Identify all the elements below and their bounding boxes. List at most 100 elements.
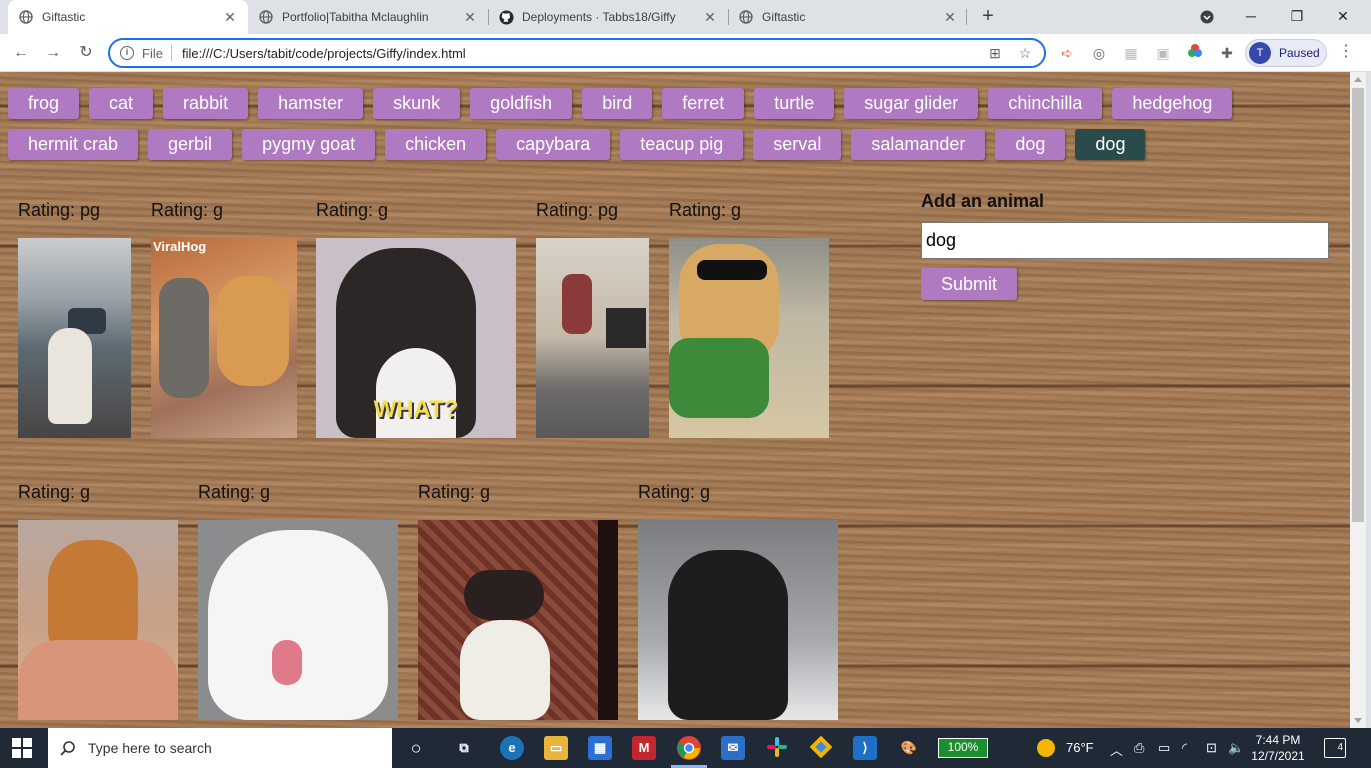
bookmark-star-icon[interactable]: ☆ [1014,45,1036,62]
tab-portfolio[interactable]: Portfolio|Tabitha Mclaughlin ✕ [248,0,488,34]
animal-button-skunk[interactable]: skunk [373,88,461,119]
taskbar-search-box[interactable]: Type here to search [48,728,392,768]
animal-button-pygmy-goat[interactable]: pygmy goat [242,129,376,160]
animal-button-hedgehog[interactable]: hedgehog [1112,88,1233,119]
notification-center-icon[interactable]: 4 [1324,738,1346,758]
store-icon[interactable]: ▦ [588,736,612,760]
wifi-icon[interactable]: ◜ [1182,740,1187,756]
gif-image[interactable] [638,520,838,720]
extension-box-icon[interactable]: ▣ [1153,43,1173,63]
gif-image[interactable] [18,520,178,720]
git-kraken-icon[interactable] [809,735,833,760]
animal-button-dog[interactable]: dog [995,129,1066,160]
submit-button[interactable]: Submit [921,268,1017,300]
animal-button-gerbil[interactable]: gerbil [148,129,233,160]
vscode-icon[interactable]: ⟩ [853,736,877,760]
close-tab-icon[interactable]: ✕ [462,9,478,26]
restore-button[interactable]: ❐ [1274,0,1320,34]
gif-image[interactable] [18,238,131,438]
animal-button-serval[interactable]: serval [753,129,842,160]
meet-now-icon[interactable]: ⎙ [1134,740,1144,756]
animal-button-salamander[interactable]: salamander [851,129,986,160]
animal-button-capybara[interactable]: capybara [496,129,611,160]
gif-image[interactable]: WHAT? [316,238,516,438]
animal-button-frog[interactable]: frog [8,88,80,119]
beagle-shape [460,620,550,720]
animal-button-sugar-glider[interactable]: sugar glider [844,88,979,119]
black-dog-shape [668,550,788,720]
paint-icon[interactable]: 🎨 [897,736,921,760]
animal-button-teacup-pig[interactable]: teacup pig [620,129,744,160]
translate-icon[interactable]: ⊞ [984,45,1006,62]
scroll-down-icon[interactable] [1354,718,1362,723]
scrollbar-thumb[interactable] [1352,88,1364,522]
back-arrow-icon[interactable]: ← [9,41,33,65]
gif-image[interactable] [536,238,649,438]
color-picker-icon[interactable] [1185,43,1205,63]
page-viewport: frog cat rabbit hamster skunk goldfish b… [0,72,1350,728]
chrome-icon[interactable] [677,736,701,760]
gif-image[interactable] [669,238,829,438]
close-window-button[interactable]: ✕ [1320,0,1366,34]
new-tab-button[interactable]: + [976,5,1000,29]
crate-shape [606,308,646,348]
animal-button-hermit-crab[interactable]: hermit crab [8,129,139,160]
page-scrollbar[interactable] [1350,72,1366,728]
gif-rating: Rating: g [18,482,91,502]
gif-rating: Rating: g [151,200,224,220]
sun-weather-icon[interactable] [1037,739,1055,757]
edge-icon[interactable]: e [500,736,524,760]
slack-icon[interactable] [765,736,789,760]
battery-tray-icon[interactable]: ▭ [1158,740,1170,756]
tab-deployments[interactable]: Deployments · Tabbs18/Giffy ✕ [488,0,728,34]
kebab-menu-icon[interactable]: ⋮ [1336,42,1356,64]
chevron-up-icon[interactable]: ︿ [1110,740,1123,759]
animal-button-chicken[interactable]: chicken [385,129,487,160]
cortana-icon[interactable]: ○ [404,736,428,760]
close-tab-icon[interactable]: ✕ [942,9,958,26]
animal-input[interactable] [921,222,1329,259]
address-bar[interactable]: i File file:///C:/Users/tabit/code/proje… [108,38,1046,68]
gif-image[interactable] [418,520,618,720]
task-view-icon[interactable]: ⧉ [452,736,476,760]
animal-button-dog-selected[interactable]: dog [1075,129,1146,160]
animal-button-goldfish[interactable]: goldfish [470,88,573,119]
url-text[interactable]: file:///C:/Users/tabit/code/projects/Gif… [182,46,984,61]
animal-button-chinchilla[interactable]: chinchilla [988,88,1103,119]
extension-circle-icon[interactable]: ◎ [1089,43,1109,63]
avatar: T [1249,42,1271,64]
dog-costume-shape [562,274,592,334]
display-icon[interactable]: ⊡ [1206,740,1217,756]
tab-giftastic-active[interactable]: Giftastic ✕ [8,0,248,34]
close-tab-icon[interactable]: ✕ [222,9,238,26]
scroll-up-icon[interactable] [1354,77,1362,82]
system-clock[interactable]: 7:44 PM 12/7/2021 [1246,732,1310,764]
tab-title: Giftastic [762,10,806,24]
extension-grid-icon[interactable]: ▦ [1121,43,1141,63]
animal-button-ferret[interactable]: ferret [662,88,745,119]
windows-start-icon[interactable] [12,738,32,758]
animal-button-rabbit[interactable]: rabbit [163,88,249,119]
forward-arrow-icon[interactable]: → [41,41,65,65]
profile-button[interactable]: T Paused [1245,39,1327,67]
file-explorer-icon[interactable]: ▭ [544,736,568,760]
info-icon[interactable]: i [120,46,134,60]
minimize-button[interactable]: ─ [1228,0,1274,34]
animal-button-cat[interactable]: cat [89,88,154,119]
mcafee-icon[interactable]: M [632,736,656,760]
mail-icon[interactable]: ✉ [721,736,745,760]
tab-search-button[interactable] [1184,0,1230,34]
animal-button-hamster[interactable]: hamster [258,88,364,119]
reload-icon[interactable]: ↻ [74,41,98,65]
puzzle-extensions-icon[interactable]: ✚ [1217,43,1237,63]
gif-image[interactable]: ViralHog [151,238,297,438]
volume-icon[interactable]: 🔈 [1228,740,1244,756]
extension-cast-icon[interactable]: ➪ [1057,43,1077,63]
close-tab-icon[interactable]: ✕ [702,9,718,26]
animal-button-turtle[interactable]: turtle [754,88,835,119]
battery-indicator[interactable]: 100% [938,738,988,758]
temperature-text[interactable]: 76°F [1066,740,1094,755]
gif-image[interactable] [198,520,398,720]
animal-button-bird[interactable]: bird [582,88,653,119]
tab-giftastic-2[interactable]: Giftastic ✕ [728,0,968,34]
